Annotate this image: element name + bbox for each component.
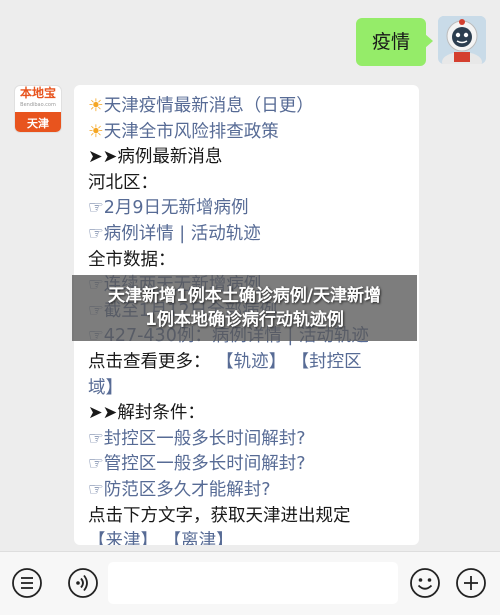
arrow-icon: ➤➤	[88, 147, 118, 168]
lockdown-area-link-cont[interactable]: 域】	[88, 378, 123, 398]
rules-links: 【来津】 【离津】	[88, 529, 407, 545]
message-line: 全市数据：	[88, 248, 407, 274]
pointing-hand-icon: ☞	[88, 223, 104, 244]
outgoing-message-row: 疫情	[355, 16, 486, 66]
message-line[interactable]: ☀天津全市风险排查政策	[88, 120, 407, 146]
unseal-link[interactable]: ☞封控区一般多长时间解封?	[88, 427, 407, 453]
outgoing-message-text: 疫情	[371, 31, 410, 53]
message-line-text[interactable]: 天津疫情最新消息（日更）	[104, 96, 314, 116]
chat-input-bar	[0, 551, 500, 615]
user-avatar[interactable]	[438, 16, 486, 64]
menu-icon[interactable]	[10, 566, 44, 600]
overlay-line-2: 1例本地确诊病行动轨迹例	[145, 310, 344, 330]
unseal-link[interactable]: ☞防范区多久才能解封?	[88, 478, 407, 504]
message-line-text[interactable]: 病例详情 | 活动轨迹	[104, 224, 261, 244]
logo-text: 本地宝	[19, 86, 56, 100]
enter-tianjin-link[interactable]: 【来津】	[88, 531, 158, 545]
message-line: 河北区：	[88, 171, 407, 197]
message-line[interactable]: ☞2月9日无新增病例	[88, 196, 407, 222]
bendibao-avatar[interactable]: 本地宝 Bendibao.com 天津	[14, 85, 62, 133]
logo-city: 天津	[15, 112, 61, 132]
overlay-banner: 天津新增1例本土确诊病例/天津新增 1例本地确诊病行动轨迹例	[72, 275, 417, 341]
rules-text: 点击下方文字，获取天津进出规定	[88, 505, 351, 526]
lockdown-area-link[interactable]: 【封控区	[292, 352, 362, 372]
message-line-text[interactable]: 2月9日无新增病例	[104, 198, 249, 218]
bendibao-logo: 本地宝 Bendibao.com	[15, 86, 61, 112]
voice-icon[interactable]	[66, 566, 100, 600]
leave-tianjin-link[interactable]: 【离津】	[164, 531, 234, 545]
message-line[interactable]: ☀天津疫情最新消息（日更）	[88, 94, 407, 120]
unseal-title: ➤➤解封条件：	[88, 403, 205, 424]
track-link[interactable]: 【轨迹】	[216, 352, 286, 372]
emoji-icon[interactable]	[408, 566, 442, 600]
sun-icon: ☀	[88, 121, 104, 142]
outgoing-message-bubble[interactable]: 疫情	[355, 18, 434, 66]
overlay-line-1: 天津新增1例本土确诊病例/天津新增	[107, 286, 382, 306]
pointing-hand-icon: ☞	[88, 198, 104, 219]
plus-icon[interactable]	[454, 566, 488, 600]
message-line-text: 病例最新消息	[117, 147, 223, 168]
sun-icon: ☀	[88, 96, 104, 116]
message-line[interactable]: ☞病例详情 | 活动轨迹	[88, 222, 407, 248]
logo-subtext: Bendibao.com	[20, 102, 56, 108]
message-input[interactable]	[108, 562, 398, 604]
message-line-text: 河北区：	[88, 172, 158, 193]
more-line-cont: 域】	[88, 376, 407, 402]
astronaut-avatar-icon	[438, 16, 486, 64]
more-prefix: 点击查看更多：	[88, 351, 211, 372]
more-line: 点击查看更多： 【轨迹】 【封控区	[88, 350, 407, 376]
message-line-text: 全市数据：	[88, 249, 176, 270]
message-line: ➤➤病例最新消息	[88, 145, 407, 171]
message-line-text[interactable]: 天津全市风险排查政策	[104, 122, 279, 142]
unseal-link[interactable]: ☞管控区一般多长时间解封?	[88, 452, 407, 478]
unseal-lines: ☞封控区一般多长时间解封? ☞管控区一般多长时间解封? ☞防范区多久才能解封?	[88, 427, 407, 504]
